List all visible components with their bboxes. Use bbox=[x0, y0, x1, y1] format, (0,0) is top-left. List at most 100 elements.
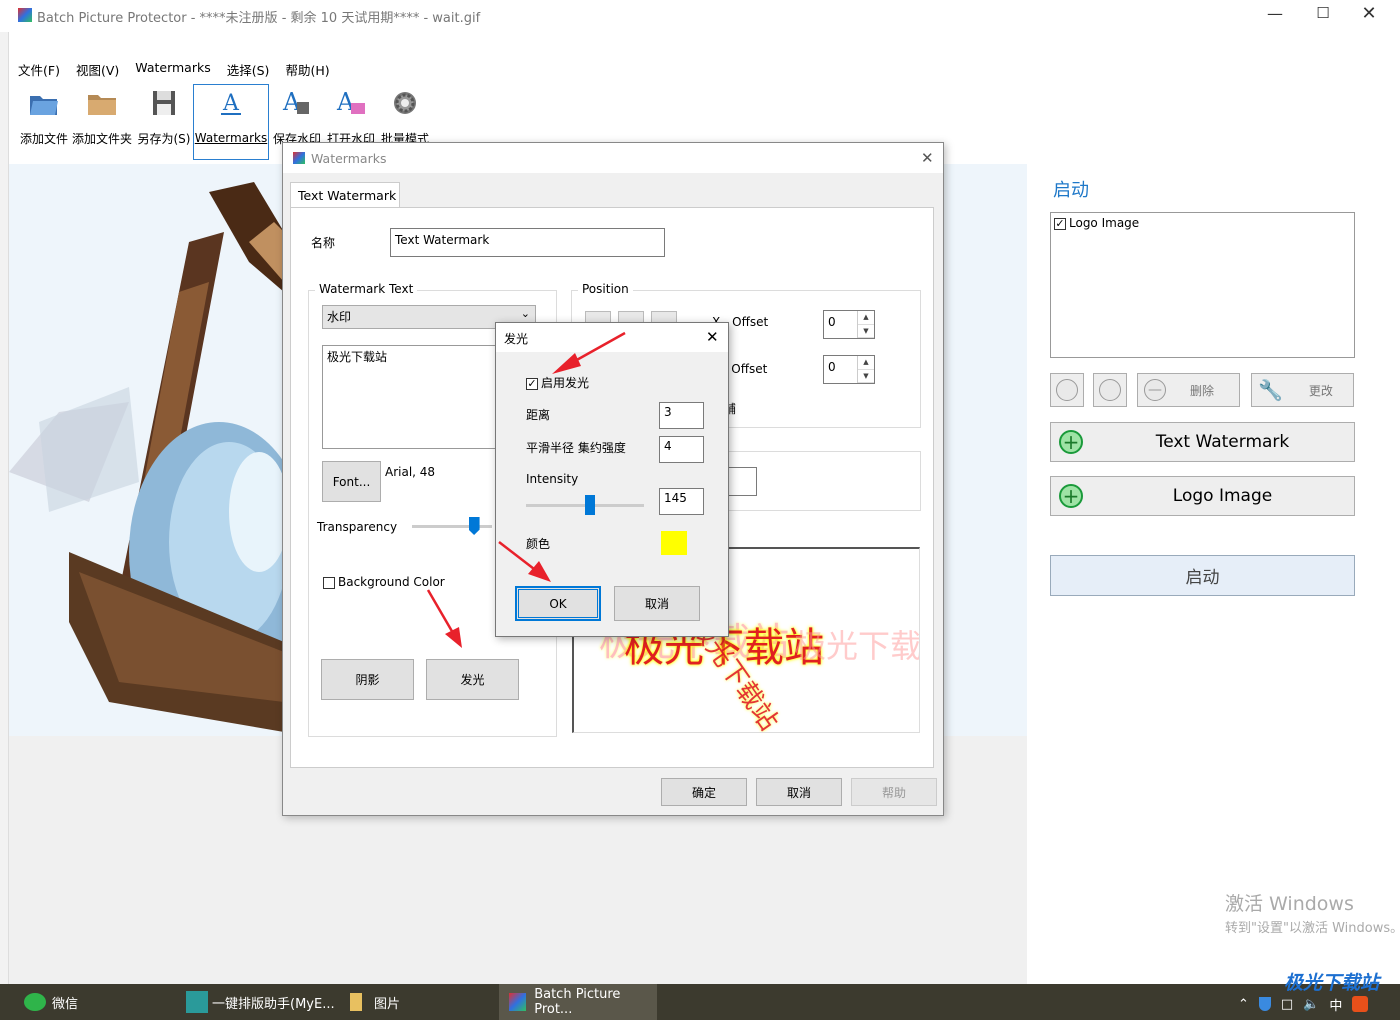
shield-icon[interactable] bbox=[1258, 997, 1271, 1011]
add-file-button[interactable]: 添加文件 bbox=[17, 88, 71, 147]
y-offset-input[interactable]: 0 ▲ ▼ bbox=[823, 355, 875, 384]
intensity-slider[interactable] bbox=[526, 495, 644, 517]
misc-input[interactable] bbox=[727, 467, 757, 496]
intensity-slider-thumb[interactable] bbox=[585, 495, 596, 515]
cancel-button[interactable]: 取消 bbox=[756, 778, 842, 806]
watermark-list[interactable]: ✓ Logo Image bbox=[1050, 212, 1355, 358]
enable-glow-option[interactable]: ✓ 启用发光 bbox=[526, 374, 589, 391]
glow-ok-button[interactable]: OK bbox=[515, 586, 601, 621]
dialog-app-icon bbox=[293, 152, 305, 164]
arrow-down-icon bbox=[1099, 379, 1121, 401]
shadow-button[interactable]: 阴影 bbox=[321, 659, 414, 700]
list-item[interactable]: ✓ Logo Image bbox=[1054, 216, 1139, 230]
ime-indicator[interactable]: 中 bbox=[1329, 995, 1342, 1014]
add-text-watermark-label: Text Watermark bbox=[1155, 432, 1290, 452]
batch-mode-button[interactable]: 批量模式 bbox=[377, 88, 433, 150]
tab-text-watermark[interactable]: Text Watermark bbox=[290, 182, 400, 207]
menu-help[interactable]: 帮助(H) bbox=[285, 60, 329, 80]
intensity-input[interactable]: 145 bbox=[659, 488, 704, 515]
minus-icon: — bbox=[1144, 379, 1166, 401]
gear-icon bbox=[394, 92, 416, 114]
shadow-button-label: 阴影 bbox=[355, 673, 380, 687]
start-label: 启动 bbox=[1185, 568, 1220, 588]
intensity-label: Intensity bbox=[526, 472, 579, 486]
add-logo-image-button[interactable]: + Logo Image bbox=[1050, 476, 1355, 516]
minimize-button[interactable]: — bbox=[1260, 4, 1290, 26]
taskbar-wechat-label: 微信 bbox=[52, 996, 79, 1012]
spin-down-icon[interactable]: ▼ bbox=[858, 370, 874, 383]
glow-dialog: 发光 ✕ ✓ 启用发光 距离 3 平滑半径 集约强度 4 Intensity 14… bbox=[495, 322, 729, 637]
window-title: Batch Picture Protector - ****未注册版 - 剩余 … bbox=[37, 11, 481, 26]
list-item-checkbox[interactable]: ✓ bbox=[1054, 217, 1066, 230]
move-up-button[interactable] bbox=[1050, 373, 1084, 407]
taskbar-wechat[interactable]: 微信 bbox=[24, 984, 78, 1020]
move-down-button[interactable] bbox=[1093, 373, 1127, 407]
save-as-button[interactable]: 另存为(S) bbox=[137, 88, 191, 147]
cancel-button-label: 取消 bbox=[786, 785, 811, 800]
glow-button-label: 发光 bbox=[460, 673, 485, 687]
radius-input[interactable]: 4 bbox=[659, 436, 704, 463]
add-folder-button[interactable]: 添加文件夹 bbox=[71, 88, 133, 147]
watermarks-dialog-close[interactable]: ✕ bbox=[921, 149, 934, 167]
network-icon[interactable]: □ bbox=[1281, 997, 1293, 1012]
typeset-icon bbox=[186, 991, 208, 1013]
taskbar-pictures-label: 图片 bbox=[374, 996, 401, 1012]
sogou-icon[interactable] bbox=[1352, 996, 1369, 1012]
add-folder-label: 添加文件夹 bbox=[71, 132, 132, 146]
background-color-option[interactable]: Background Color bbox=[323, 575, 445, 589]
transparency-slider[interactable] bbox=[412, 517, 492, 537]
ok-button[interactable]: 确定 bbox=[661, 778, 747, 806]
arrow-up-icon bbox=[1056, 379, 1078, 401]
change-button[interactable]: 🔧 更改 bbox=[1251, 373, 1354, 407]
taskbar-batch-picture[interactable]: Batch Picture Prot... bbox=[499, 984, 657, 1020]
add-text-watermark-button[interactable]: + Text Watermark bbox=[1050, 422, 1355, 462]
transparency-slider-thumb[interactable] bbox=[468, 517, 480, 535]
spin-down-icon[interactable]: ▼ bbox=[858, 325, 874, 338]
distance-input[interactable]: 3 bbox=[659, 402, 704, 429]
x-offset-input[interactable]: 0 ▲ ▼ bbox=[823, 310, 875, 339]
speaker-icon[interactable]: 🔈 bbox=[1303, 997, 1319, 1012]
glow-dialog-title: 发光 bbox=[504, 332, 529, 346]
help-button[interactable]: 帮助 bbox=[851, 778, 937, 806]
name-label: 名称 bbox=[311, 236, 336, 250]
delete-button[interactable]: — 删除 bbox=[1137, 373, 1240, 407]
glow-cancel-button[interactable]: 取消 bbox=[614, 586, 700, 621]
panel-title: 启动 bbox=[1053, 180, 1089, 201]
menu-view[interactable]: 视图(V) bbox=[76, 60, 119, 80]
menu-watermarks[interactable]: Watermarks bbox=[135, 60, 210, 80]
font-button-label: Font... bbox=[332, 474, 371, 489]
enable-glow-label: 启用发光 bbox=[541, 376, 590, 390]
save-watermark-button[interactable]: A 保存水印 bbox=[271, 88, 323, 150]
start-button[interactable]: 启动 bbox=[1050, 555, 1355, 596]
ok-button-label: 确定 bbox=[691, 785, 716, 800]
help-button-label: 帮助 bbox=[881, 785, 906, 800]
spin-up-icon[interactable]: ▲ bbox=[858, 311, 874, 325]
glow-color-swatch[interactable] bbox=[661, 531, 687, 555]
watermarks-button-label: Watermarks bbox=[194, 131, 268, 145]
list-item-label: Logo Image bbox=[1069, 216, 1140, 230]
taskbar-pictures[interactable]: 图片 bbox=[350, 984, 400, 1020]
svg-text:A: A bbox=[222, 91, 240, 116]
add-file-label: 添加文件 bbox=[19, 132, 68, 146]
menu-file[interactable]: 文件(F) bbox=[18, 60, 60, 80]
chevron-up-icon[interactable]: ⌃ bbox=[1238, 997, 1249, 1012]
spin-up-icon[interactable]: ▲ bbox=[858, 356, 874, 370]
name-input[interactable]: Text Watermark bbox=[390, 228, 665, 257]
close-window-button[interactable]: ✕ bbox=[1354, 3, 1384, 25]
plus-icon: + bbox=[1059, 430, 1083, 454]
add-logo-image-label: Logo Image bbox=[1172, 486, 1273, 506]
glow-button[interactable]: 发光 bbox=[426, 659, 519, 700]
font-button[interactable]: Font... bbox=[322, 461, 381, 502]
background-color-checkbox[interactable] bbox=[323, 576, 335, 589]
taskbar-typeset[interactable]: 一键排版助手(MyE... bbox=[186, 984, 335, 1020]
enable-glow-checkbox[interactable]: ✓ bbox=[526, 377, 538, 390]
glow-dialog-close[interactable]: ✕ bbox=[706, 328, 719, 346]
tab-text-watermark-label: Text Watermark bbox=[298, 188, 397, 203]
maximize-button[interactable]: ☐ bbox=[1308, 4, 1338, 26]
background-color-label: Background Color bbox=[338, 575, 445, 589]
menu-select[interactable]: 选择(S) bbox=[227, 60, 270, 80]
radius-label: 平滑半径 集约强度 bbox=[526, 441, 626, 455]
open-watermark-button[interactable]: A 打开水印 bbox=[325, 88, 377, 150]
watermarks-button[interactable]: A Watermarks bbox=[193, 84, 269, 160]
chevron-down-icon: ⌄ bbox=[520, 307, 530, 320]
